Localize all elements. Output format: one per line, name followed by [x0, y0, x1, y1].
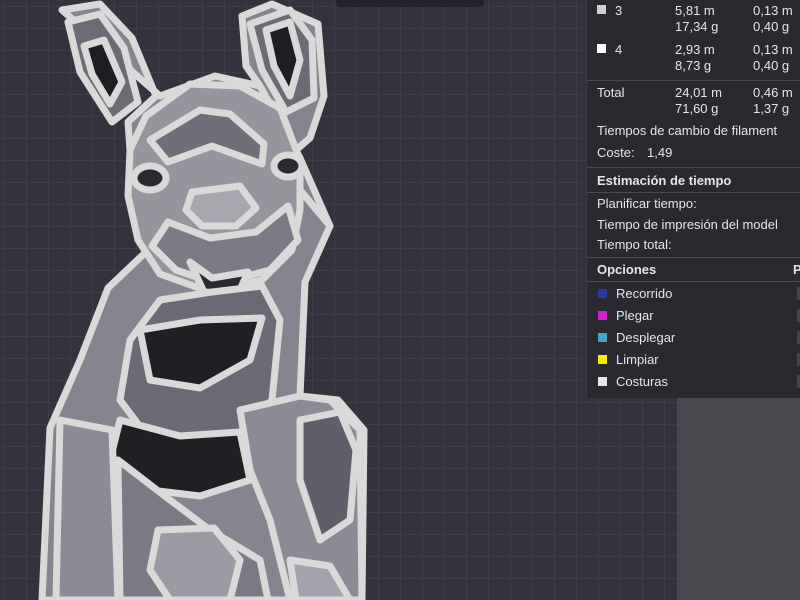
filament-3-length: 5,81 m [675, 3, 715, 18]
filament-3-extra-weight: 0,40 g [753, 19, 790, 34]
option-costuras[interactable]: Costuras [587, 372, 800, 392]
options-title-divider [587, 281, 800, 282]
cost-value: 1,49 [647, 145, 673, 160]
total-weight: 71,60 g [675, 101, 719, 116]
filament-3-swatch [597, 5, 606, 14]
options-right-header: P [793, 262, 800, 278]
costuras-color-swatch [598, 377, 607, 386]
filament-4-extra-length: 0,13 m [753, 42, 793, 57]
filament-3-extra-length: 0,13 m [753, 3, 793, 18]
options-divider [587, 257, 800, 258]
viewport-side-area [677, 398, 800, 600]
time-estimation-title: Estimación de tiempo [597, 173, 732, 188]
option-label: Desplegar [616, 330, 676, 345]
desplegar-color-swatch [598, 333, 607, 342]
filament-4-swatch [597, 44, 606, 53]
filament-4-weight: 8,73 g [675, 58, 712, 73]
filament-4-extra-weight: 0,40 g [753, 58, 790, 73]
filament-change-times-label: Tiempos de cambio de filament [597, 123, 778, 138]
total-extra-weight: 1,37 g [753, 101, 790, 116]
option-label: Limpiar [616, 352, 659, 367]
options-title: Opciones [597, 262, 657, 277]
plan-time-label: Planificar tiempo: [597, 196, 697, 211]
option-label: Recorrido [616, 286, 673, 301]
total-label: Total [597, 85, 625, 100]
plegar-color-swatch [598, 311, 607, 320]
slice-info-panel: 3 5,81 m 17,34 g 0,13 m 0,40 g 4 2,93 m … [586, 0, 800, 398]
option-label: Costuras [616, 374, 669, 389]
filament-4-length: 2,93 m [675, 42, 715, 57]
filament-3-weight: 17,34 g [675, 19, 719, 34]
top-toolbar-edge [336, 0, 484, 7]
time-title-divider [587, 192, 800, 193]
limpiar-color-swatch [598, 355, 607, 364]
option-label: Plegar [616, 308, 654, 323]
option-recorrido[interactable]: Recorrido [587, 284, 800, 304]
total-extra-length: 0,46 m [753, 85, 793, 100]
filament-4-label: 4 [615, 42, 623, 57]
cost-label: Coste: [597, 145, 635, 160]
recorrido-color-swatch [598, 289, 607, 298]
total-time-label: Tiempo total: [597, 237, 672, 252]
model-print-time-label: Tiempo de impresión del model [597, 217, 778, 232]
total-length: 24,01 m [675, 85, 722, 100]
option-limpiar[interactable]: Limpiar [587, 350, 800, 370]
option-desplegar[interactable]: Desplegar [587, 328, 800, 348]
time-section-divider [587, 167, 800, 168]
option-plegar[interactable]: Plegar [587, 306, 800, 326]
total-divider [587, 80, 800, 81]
filament-3-label: 3 [615, 3, 623, 18]
